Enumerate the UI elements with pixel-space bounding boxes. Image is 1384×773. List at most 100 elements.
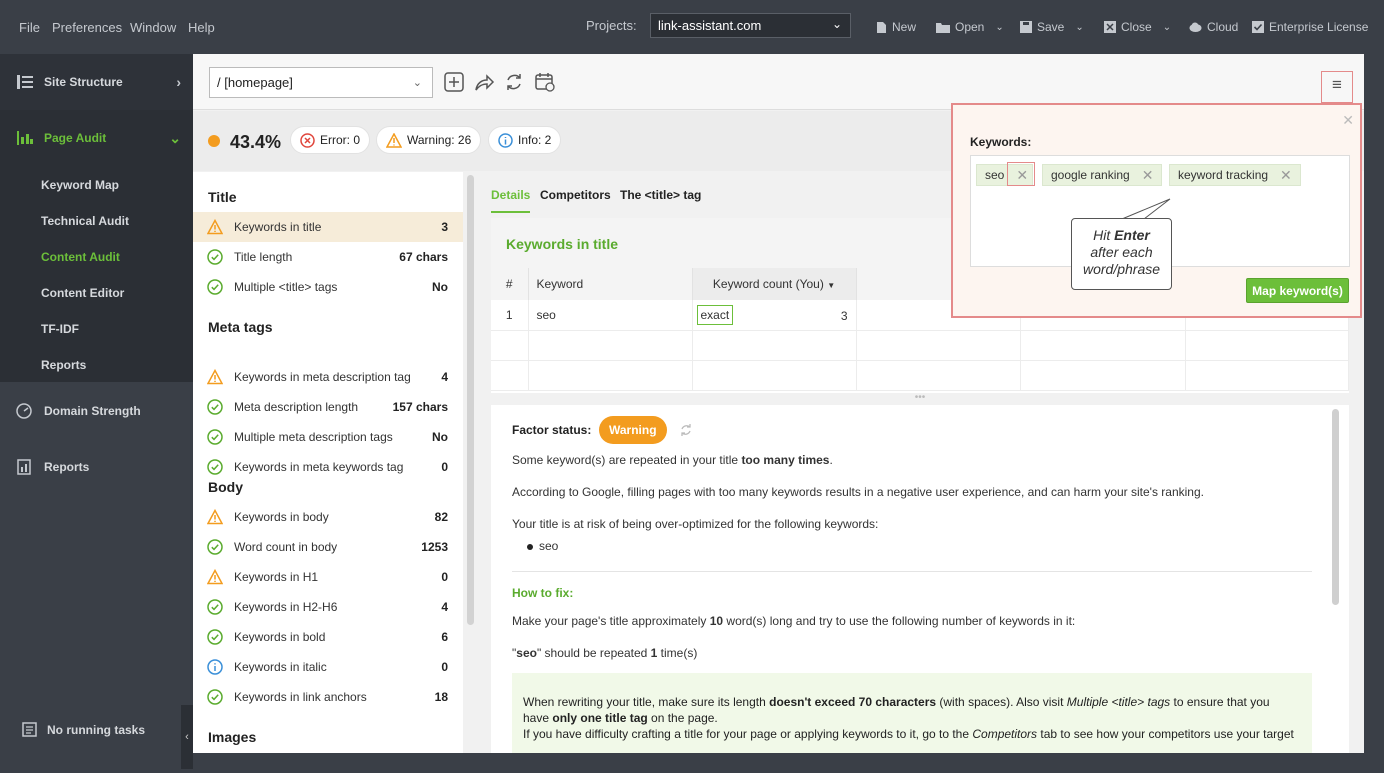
collapse-sidebar-button[interactable]: ‹	[181, 705, 193, 769]
sidebar-item-site-structure[interactable]: Site Structure ›	[0, 54, 193, 110]
projects-selected-value: link-assistant.com	[658, 18, 762, 33]
save-button[interactable]: Save ⌄	[1020, 20, 1084, 34]
panel-splitter[interactable]: •••	[491, 393, 1349, 405]
checkbox-icon	[1252, 21, 1264, 33]
menu-window[interactable]: Window	[130, 20, 176, 35]
factor-row[interactable]: Meta description length 157 chars	[193, 392, 463, 422]
sidebar-item-reports-sub[interactable]: Reports	[41, 358, 86, 372]
running-tasks-status[interactable]: No running tasks	[22, 722, 145, 737]
section-images: Images	[208, 729, 257, 745]
sidebar-item-content-editor[interactable]: Content Editor	[41, 286, 124, 300]
fix-instruction-1: Make your page's title approximately 10 …	[512, 614, 1076, 628]
sidebar-item-page-audit[interactable]: Page Audit ⌄	[0, 110, 193, 166]
close-label: Close	[1121, 20, 1152, 34]
hint-callout-tail	[1121, 198, 1171, 220]
match-type-badge[interactable]: exact	[696, 304, 734, 325]
schedule-icon[interactable]	[534, 71, 556, 93]
map-keywords-button[interactable]: Map keyword(s)	[1246, 278, 1349, 303]
close-button[interactable]: Close ⌄	[1104, 20, 1171, 34]
menu-preferences[interactable]: Preferences	[52, 20, 122, 35]
tab-title-tag[interactable]: The <title> tag	[620, 188, 701, 202]
column-header-keyword[interactable]: Keyword	[528, 268, 693, 300]
close-icon[interactable]: ✕	[1342, 112, 1354, 129]
factor-list-scrollbar[interactable]	[467, 175, 474, 625]
keyword-chip-keyword-tracking[interactable]: keyword tracking ✕	[1169, 164, 1301, 186]
factor-row[interactable]: Word count in body 1253	[193, 532, 463, 562]
sidebar-item-keyword-map[interactable]: Keyword Map	[41, 178, 119, 192]
factor-row[interactable]: Keywords in title 3	[193, 212, 463, 242]
keyword-bullet: seo	[527, 538, 558, 554]
keyword-chip-google-ranking[interactable]: google ranking ✕	[1042, 164, 1163, 186]
error-filter-pill[interactable]: Error: 0	[290, 126, 371, 154]
tasks-icon	[22, 722, 37, 737]
recheck-icon[interactable]	[679, 423, 693, 437]
multiple-title-tags-link[interactable]: Multiple <title> tags	[1067, 695, 1170, 709]
sidebar-item-reports[interactable]: Reports	[0, 439, 193, 495]
remove-keyword-icon[interactable]: ✕	[1280, 167, 1292, 184]
cloud-label: Cloud	[1207, 20, 1239, 34]
warning-filter-pill[interactable]: Warning: 26	[376, 126, 482, 154]
projects-select[interactable]: link-assistant.com ⌄	[650, 13, 851, 38]
factor-row[interactable]: Keywords in italic 0	[193, 652, 463, 682]
check-circle-icon	[207, 459, 223, 475]
enterprise-license-button[interactable]: Enterprise License	[1252, 20, 1368, 34]
top-bar: File Preferences Window Help Projects: l…	[0, 0, 1384, 54]
factor-value: 157 chars	[392, 400, 448, 414]
sidebar-item-content-audit[interactable]: Content Audit	[41, 250, 120, 264]
error-icon	[300, 132, 315, 148]
factor-description: Factor status: Warning Some keyword(s) a…	[491, 405, 1349, 753]
factor-row[interactable]: Keywords in meta description tag 4	[193, 362, 463, 392]
page-url-value: / [homepage]	[217, 75, 293, 90]
check-circle-icon	[207, 429, 223, 445]
chevron-down-icon[interactable]: ⌄	[1163, 22, 1171, 33]
factor-row[interactable]: Keywords in bold 6	[193, 622, 463, 652]
column-header-number[interactable]: #	[491, 268, 529, 300]
refresh-icon[interactable]	[503, 71, 525, 93]
chevron-down-icon[interactable]: ⌄	[1075, 22, 1083, 33]
factor-row[interactable]: Keywords in body 82	[193, 502, 463, 532]
page-url-select[interactable]: / [homepage] ⌄	[209, 67, 433, 98]
tab-details[interactable]: Details	[491, 188, 531, 213]
description-scrollbar[interactable]	[1332, 409, 1339, 605]
section-meta-tags: Meta tags	[208, 319, 273, 335]
competitors-link[interactable]: Competitors	[972, 727, 1037, 741]
factor-label: Keywords in H2-H6	[234, 600, 338, 614]
factor-label: Multiple meta description tags	[234, 430, 393, 444]
fix-tip-box: When rewriting your title, make sure its…	[512, 673, 1312, 753]
factor-label: Keywords in body	[234, 510, 329, 524]
add-page-icon[interactable]	[443, 71, 465, 93]
sidebar-item-domain-strength[interactable]: Domain Strength	[0, 383, 193, 439]
tasks-label: No running tasks	[47, 722, 146, 737]
open-button[interactable]: Open ⌄	[936, 20, 1004, 34]
chevron-down-icon[interactable]: ⌄	[995, 22, 1003, 33]
menu-hamburger-icon[interactable]: ≡	[1321, 71, 1353, 103]
factor-row[interactable]: Keywords in H2-H6 4	[193, 592, 463, 622]
factor-status-label: Factor status:	[512, 423, 592, 437]
chip-label: seo	[985, 168, 1005, 182]
factor-value: 0	[441, 570, 448, 584]
factor-row[interactable]: Keywords in meta keywords tag 0	[193, 452, 463, 482]
menu-file[interactable]: File	[19, 20, 40, 35]
menu-help[interactable]: Help	[188, 20, 215, 35]
factor-row[interactable]: Title length 67 chars	[193, 242, 463, 272]
tab-competitors[interactable]: Competitors	[540, 188, 611, 202]
cloud-button[interactable]: Cloud	[1189, 20, 1238, 34]
factor-label: Keywords in meta description tag	[234, 370, 411, 384]
remove-keyword-icon[interactable]: ✕	[1142, 167, 1154, 184]
factor-row[interactable]: Keywords in H1 0	[193, 562, 463, 592]
share-icon[interactable]	[473, 71, 495, 93]
factor-value: No	[432, 280, 448, 294]
factor-value: 3	[441, 220, 448, 234]
new-button[interactable]: New	[876, 20, 916, 34]
column-header-keyword-count[interactable]: Keyword count (You) ▼	[692, 268, 857, 300]
info-filter-pill[interactable]: Info: 2	[488, 126, 562, 154]
factor-row[interactable]: Keywords in link anchors 18	[193, 682, 463, 712]
license-label: Enterprise License	[1269, 20, 1369, 34]
factor-row[interactable]: Multiple <title> tags No	[193, 272, 463, 302]
sidebar-item-technical-audit[interactable]: Technical Audit	[41, 214, 129, 228]
factor-row[interactable]: Multiple meta description tags No	[193, 422, 463, 452]
factor-value: 0	[441, 460, 448, 474]
sidebar-item-tf-idf[interactable]: TF-IDF	[41, 322, 79, 336]
factor-label: Keywords in H1	[234, 570, 319, 584]
error-count: Error: 0	[320, 133, 361, 147]
